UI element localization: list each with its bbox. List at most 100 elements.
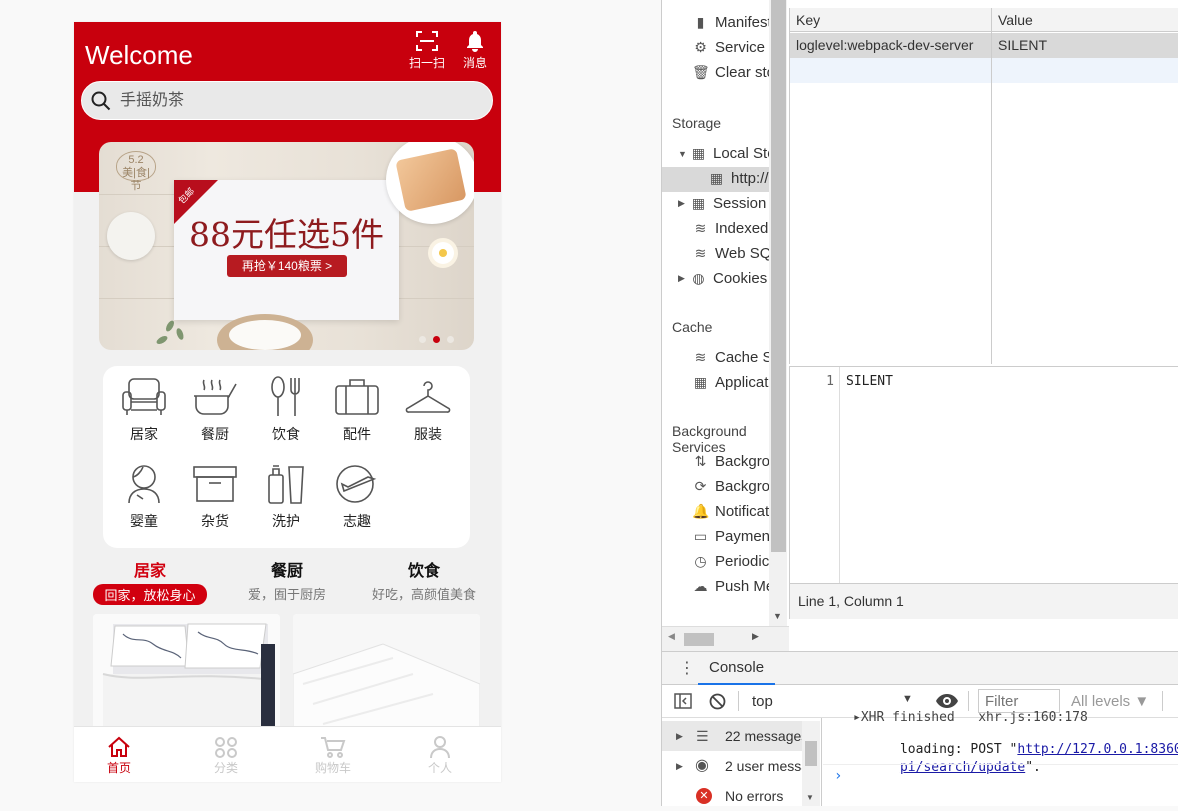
category-label: 服装: [414, 426, 442, 442]
console-link[interactable]: pi/search/update: [900, 760, 1025, 775]
console-filter-label: No errors: [725, 788, 784, 804]
sidebar-item-localhost[interactable]: ▦ http://: [708, 170, 769, 187]
log-levels-dropdown[interactable]: All levels ▼: [1071, 693, 1149, 710]
sidebar-item-application-cache[interactable]: ▦ Application Cache: [692, 374, 769, 391]
console-sidebar-scrollbar[interactable]: ▼: [802, 721, 820, 806]
console-filter-errors[interactable]: ✕ No errors: [662, 781, 802, 811]
sidebar-item-background-fetch[interactable]: ⇅ Background Fetch: [692, 453, 769, 470]
scroll-right-arrow-icon[interactable]: ▶: [752, 631, 759, 642]
sidebar-item-periodic-sync[interactable]: ◷ Periodic Background Sync: [692, 553, 769, 570]
clock-icon: ◷: [694, 553, 707, 569]
hanger-icon: [405, 381, 451, 413]
jug-image: [107, 212, 155, 260]
sidebar-item-label: Application Cache: [715, 374, 769, 391]
scan-icon: [416, 31, 438, 51]
console-prompt-icon[interactable]: ›: [834, 768, 842, 784]
messages-button[interactable]: 消息: [455, 30, 495, 71]
console-link[interactable]: http://127.0.0.1:8360/a: [1017, 742, 1178, 757]
category-item[interactable]: 服装: [393, 376, 463, 444]
sidebar-item-local-storage[interactable]: ▼▦ Local Storage: [678, 145, 769, 162]
search-input[interactable]: [120, 90, 460, 112]
feature-tab-home[interactable]: 居家 回家，放松身心: [82, 557, 218, 605]
context-dropdown-icon[interactable]: ▼: [902, 693, 913, 705]
carousel-dot[interactable]: [419, 336, 426, 343]
scroll-down-arrow-icon[interactable]: ▼: [773, 611, 782, 621]
sidebar-item-cache-storage[interactable]: ≋ Cache Storage: [692, 349, 769, 366]
scan-button[interactable]: 扫一扫: [407, 30, 447, 71]
promo-banner[interactable]: 5.2 美|食|节 包邮 88元任选5件 再抢￥140粮票 >: [99, 142, 474, 350]
scan-label: 扫一扫: [408, 56, 445, 70]
column-header-key[interactable]: Key: [790, 8, 991, 32]
nav-label: 首页: [106, 761, 131, 775]
column-header-value[interactable]: Value: [992, 8, 1178, 32]
editor-content[interactable]: SILENT: [846, 374, 893, 389]
festival-stamp: 5.2 美|食|节: [116, 151, 156, 192]
expand-triangle-icon[interactable]: ▶: [678, 273, 690, 284]
sidebar-item-notifications[interactable]: 🔔 Notifications: [692, 503, 769, 520]
eye-icon[interactable]: [936, 694, 958, 708]
expand-triangle-icon[interactable]: ▼: [678, 149, 690, 159]
sidebar-toggle-icon[interactable]: [674, 693, 692, 709]
bottles-icon: [268, 465, 304, 504]
editor-status: Line 1, Column 1: [789, 583, 1178, 619]
sidebar-item-payment-handler[interactable]: ▭ Payment Handler: [692, 528, 769, 545]
tab-console[interactable]: Console: [698, 652, 776, 685]
context-selector[interactable]: top: [752, 693, 773, 710]
table-row-empty[interactable]: [790, 58, 1178, 83]
feature-tab-title: 餐厨: [270, 563, 303, 580]
expand-triangle-icon[interactable]: ▶: [678, 198, 690, 209]
nav-profile[interactable]: 个人: [410, 736, 470, 776]
sidebar-item-label: Payment Handler: [715, 528, 769, 545]
user-circle-icon: ◉: [695, 757, 709, 774]
nav-categories[interactable]: 分类: [196, 736, 256, 776]
sidebar-horizontal-scrollbar[interactable]: ◀ ▶: [662, 626, 789, 651]
scrollbar-thumb[interactable]: [771, 0, 786, 552]
category-item[interactable]: 杂货: [180, 463, 250, 531]
nav-label: 个人: [427, 761, 452, 775]
gear-icon: ⚙: [694, 39, 707, 55]
feature-tab-food[interactable]: 饮食 好吃，高颜值美食: [356, 557, 492, 604]
sidebar-item-indexeddb[interactable]: ≋ IndexedDB: [692, 220, 769, 237]
sidebar-item-web-sql[interactable]: ≋ Web SQL: [692, 245, 769, 262]
sidebar-item-push-messaging[interactable]: ☁ Push Messaging: [692, 578, 770, 595]
table-row[interactable]: loglevel:webpack-dev-server SILENT: [790, 33, 1178, 58]
sidebar-item-background-sync[interactable]: ⟳ Background Sync: [692, 478, 769, 495]
carousel-dots: [419, 330, 461, 348]
kebab-menu-icon[interactable]: ⋮: [679, 658, 695, 678]
leaf-decoration: [155, 334, 169, 346]
home-icon: [108, 736, 130, 757]
clear-console-icon[interactable]: [709, 693, 726, 710]
drawer-tabbar: ⋮ Console: [662, 651, 1178, 685]
expand-triangle-icon: ▶: [676, 761, 683, 771]
sidebar-item-cookies[interactable]: ▶ ◍ Cookies: [678, 270, 767, 287]
carousel-dot[interactable]: [447, 336, 454, 343]
scrollbar-thumb[interactable]: [684, 633, 714, 646]
promo-button[interactable]: 再抢￥140粮票 >: [227, 255, 347, 277]
sidebar-item-manifest[interactable]: ▮ Manifest: [692, 14, 769, 31]
category-item[interactable]: 志趣: [322, 463, 392, 531]
scroll-down-arrow-icon[interactable]: ▼: [806, 793, 814, 802]
category-item[interactable]: 洗护: [251, 463, 321, 531]
nav-home[interactable]: 首页: [89, 736, 149, 776]
sidebar-item-session-storage[interactable]: ▶▦ Session Storage: [678, 195, 769, 212]
bell-icon: [467, 31, 483, 52]
category-item[interactable]: 饮食: [251, 376, 321, 444]
category-item[interactable]: 餐厨: [180, 376, 250, 444]
sidebar-vertical-scrollbar[interactable]: ▼: [769, 0, 787, 626]
category-item[interactable]: 配件: [322, 376, 392, 444]
bell-icon: 🔔: [692, 503, 710, 519]
console-filter-messages[interactable]: ▶ ☰ 22 messages: [662, 721, 802, 751]
sidebar-item-clear-storage[interactable]: 🗑 Clear storage: [692, 64, 769, 81]
console-filter-user-messages[interactable]: ▶ ◉ 2 user messages: [662, 751, 802, 781]
scrollbar-thumb[interactable]: [805, 741, 817, 766]
category-item[interactable]: 婴童: [109, 463, 179, 531]
search-bar[interactable]: [81, 81, 493, 120]
category-item[interactable]: 居家: [109, 376, 179, 444]
console-message-xhr: ▸XHR finished xhr.js:160:178: [853, 710, 1088, 725]
sidebar-item-service-workers[interactable]: ⚙ Service Workers: [692, 39, 769, 56]
value-editor[interactable]: 1 SILENT: [789, 366, 1178, 583]
nav-cart[interactable]: 购物车: [303, 736, 363, 776]
feature-tab-kitchen[interactable]: 餐厨 爱，囿于厨房: [219, 557, 355, 604]
carousel-dot-active[interactable]: [433, 336, 440, 343]
scroll-left-arrow-icon[interactable]: ◀: [668, 631, 675, 642]
